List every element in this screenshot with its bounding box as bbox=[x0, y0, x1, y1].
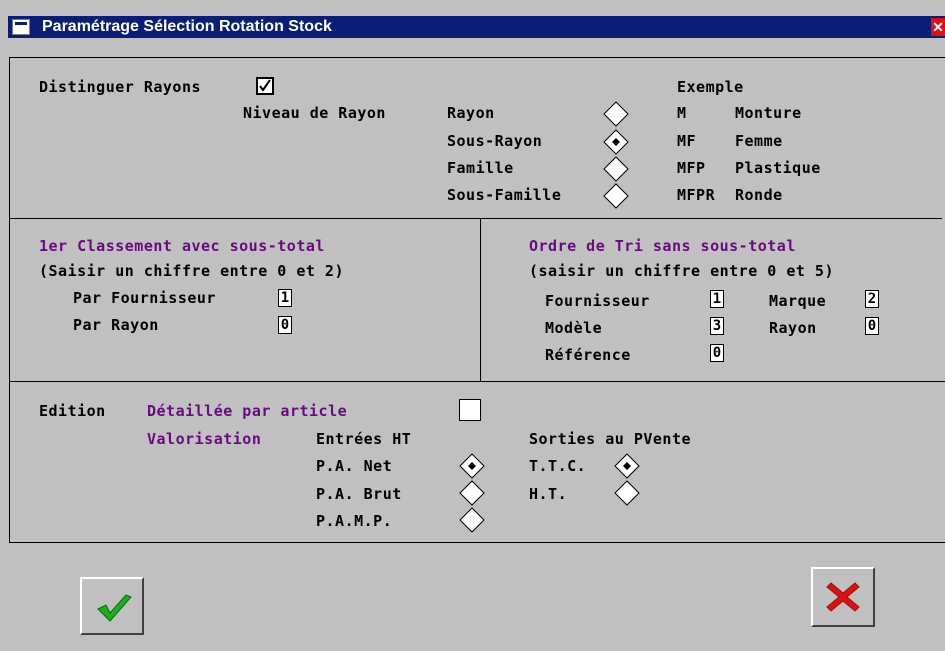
tri-modele-label: Modèle bbox=[545, 319, 603, 337]
example-name-sous-rayon: Femme bbox=[735, 132, 783, 150]
example-code-famille: MFP bbox=[677, 159, 706, 177]
classement-title: 1er Classement avec sous-total bbox=[39, 237, 325, 255]
radio-pa-brut[interactable] bbox=[459, 480, 485, 506]
tri-marque-label: Marque bbox=[769, 292, 827, 310]
window-menu-icon[interactable] bbox=[12, 19, 30, 35]
entrees-pamp-label: P.A.M.P. bbox=[316, 512, 393, 530]
entrees-pa-brut-label: P.A. Brut bbox=[316, 485, 402, 503]
example-name-sous-famille: Ronde bbox=[735, 186, 783, 204]
radio-sous-rayon[interactable] bbox=[603, 129, 629, 155]
radio-famille[interactable] bbox=[603, 156, 629, 182]
par-fournisseur-label: Par Fournisseur bbox=[73, 289, 216, 307]
sorties-header: Sorties au PVente bbox=[529, 430, 692, 448]
detaillee-checkbox[interactable] bbox=[459, 399, 481, 421]
divider-top bbox=[10, 218, 942, 219]
window-title: Paramétrage Sélection Rotation Stock bbox=[42, 18, 332, 35]
example-name-rayon: Monture bbox=[735, 104, 802, 122]
niveau-rayon-label: Niveau de Rayon bbox=[243, 104, 386, 122]
option-sous-rayon-label: Sous-Rayon bbox=[447, 132, 543, 150]
example-code-rayon: M bbox=[677, 104, 687, 122]
sorties-ht-label: H.T. bbox=[529, 485, 568, 503]
radio-sous-famille[interactable] bbox=[603, 183, 629, 209]
tri-title: Ordre de Tri sans sous-total bbox=[529, 237, 796, 255]
distinguer-rayons-label: Distinguer Rayons bbox=[39, 78, 202, 96]
example-name-famille: Plastique bbox=[735, 159, 821, 177]
exemple-header: Exemple bbox=[677, 78, 744, 96]
tri-fournisseur-label: Fournisseur bbox=[545, 292, 650, 310]
divider-bottom bbox=[10, 381, 945, 382]
tri-hint: (saisir un chiffre entre 0 et 5) bbox=[529, 262, 834, 280]
valorisation-label: Valorisation bbox=[147, 430, 262, 448]
detaillee-label: Détaillée par article bbox=[147, 402, 348, 420]
option-rayon-label: Rayon bbox=[447, 104, 495, 122]
tri-reference-input[interactable]: 0 bbox=[710, 344, 724, 362]
divider-vertical bbox=[480, 219, 481, 381]
green-checkmark-icon bbox=[97, 594, 132, 622]
par-rayon-input[interactable]: 0 bbox=[278, 316, 292, 334]
radio-pamp[interactable] bbox=[459, 507, 485, 533]
checkmark-icon bbox=[259, 79, 271, 92]
radio-ht[interactable] bbox=[614, 480, 640, 506]
example-code-sous-famille: MFPR bbox=[677, 186, 716, 204]
radio-ttc[interactable] bbox=[614, 453, 640, 479]
tri-rayon-input[interactable]: 0 bbox=[865, 317, 879, 335]
classement-hint: (Saisir un chiffre entre 0 et 2) bbox=[39, 262, 344, 280]
distinguer-rayons-checkbox[interactable] bbox=[256, 77, 274, 95]
tri-rayon-label: Rayon bbox=[769, 319, 817, 337]
par-rayon-label: Par Rayon bbox=[73, 316, 159, 334]
option-sous-famille-label: Sous-Famille bbox=[447, 186, 562, 204]
sorties-ttc-label: T.T.C. bbox=[529, 457, 587, 475]
tri-reference-label: Référence bbox=[545, 346, 631, 364]
ok-button[interactable] bbox=[80, 577, 144, 635]
edition-label: Edition bbox=[39, 402, 106, 420]
window-close-button[interactable]: ✕ bbox=[931, 18, 945, 36]
option-famille-label: Famille bbox=[447, 159, 514, 177]
entrees-pa-net-label: P.A. Net bbox=[316, 457, 393, 475]
tri-fournisseur-input[interactable]: 1 bbox=[710, 290, 724, 308]
par-fournisseur-input[interactable]: 1 bbox=[278, 289, 292, 307]
red-cross-icon bbox=[826, 582, 860, 612]
cancel-button[interactable] bbox=[811, 567, 875, 627]
tri-modele-input[interactable]: 3 bbox=[710, 317, 724, 335]
example-code-sous-rayon: MF bbox=[677, 132, 697, 150]
radio-pa-net[interactable] bbox=[459, 453, 485, 479]
tri-marque-input[interactable]: 2 bbox=[865, 290, 879, 308]
radio-rayon[interactable] bbox=[603, 101, 629, 127]
title-bar: Paramétrage Sélection Rotation Stock ✕ bbox=[0, 0, 945, 38]
entrees-header: Entrées HT bbox=[316, 430, 412, 448]
